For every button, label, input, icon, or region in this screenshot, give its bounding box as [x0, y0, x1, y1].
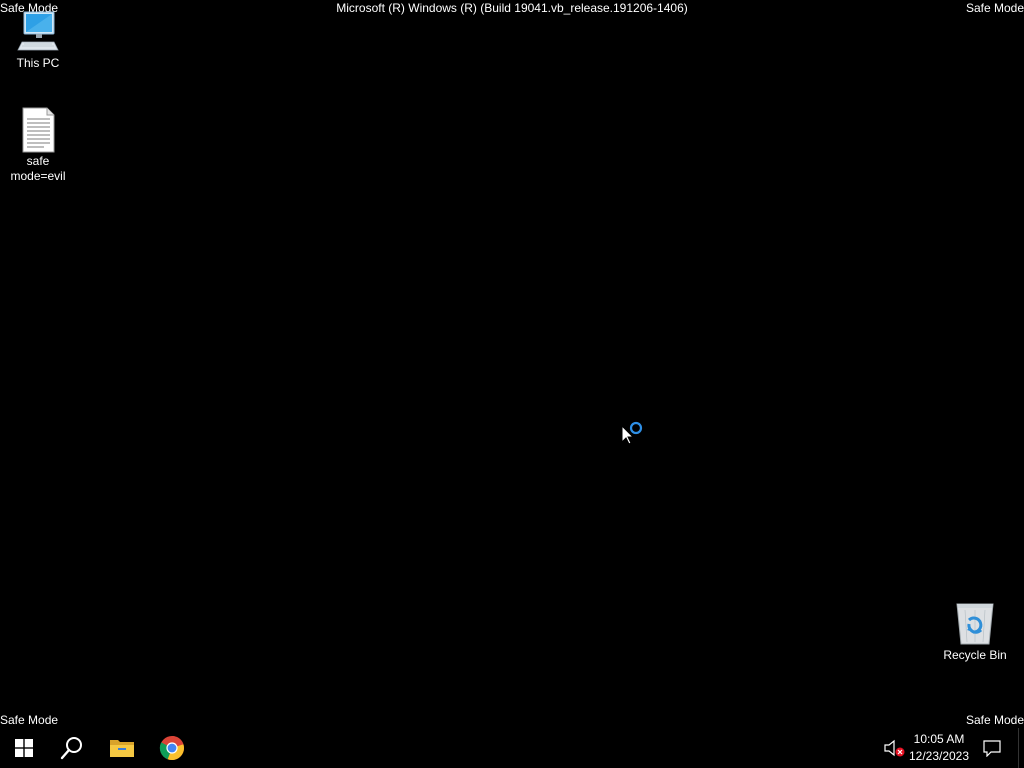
safe-mode-label-top-right: Safe Mode [965, 1, 1024, 15]
folder-icon [110, 740, 134, 757]
chrome-icon [159, 736, 184, 761]
desktop-icon-this-pc[interactable]: This PC [0, 8, 76, 71]
show-desktop-button[interactable] [1018, 728, 1024, 768]
volume-muted-icon[interactable] [882, 738, 906, 758]
search-button[interactable] [48, 728, 96, 768]
desktop-icon-recycle-bin[interactable]: Recycle Bin [937, 600, 1013, 663]
desktop-icon-label: safe mode=evil [10, 154, 66, 183]
taskbar-clock[interactable]: 10:05 AM 12/23/2023 [906, 728, 972, 768]
desktop-icon-label: This PC [16, 56, 60, 70]
this-pc-icon [17, 11, 59, 51]
action-center-button[interactable] [976, 728, 1008, 768]
safe-mode-label-bottom-left: Safe Mode [0, 713, 59, 727]
taskbar-chrome-button[interactable] [148, 728, 196, 768]
search-icon [60, 737, 82, 760]
busy-cursor-icon [621, 421, 643, 445]
start-button[interactable] [0, 728, 48, 768]
windows-logo-icon [15, 739, 33, 757]
clock-time: 10:05 AM [913, 732, 965, 746]
desktop-icon-label: Recycle Bin [943, 648, 1007, 662]
windows-build-label: Microsoft (R) Windows (R) (Build 19041.v… [336, 1, 688, 15]
recycle-bin-icon [956, 603, 994, 645]
desktop-icon-text-file[interactable]: safe mode=evil [0, 106, 76, 184]
taskbar-file-explorer-button[interactable] [98, 728, 146, 768]
clock-date: 12/23/2023 [908, 749, 970, 763]
safe-mode-label-bottom-right: Safe Mode [965, 713, 1024, 727]
action-center-icon [983, 740, 1001, 757]
desktop[interactable]: Safe Mode Microsoft (R) Windows (R) (Bui… [0, 0, 1024, 728]
text-file-icon [22, 107, 55, 153]
taskbar: 10:05 AM 12/23/2023 [0, 728, 1024, 768]
